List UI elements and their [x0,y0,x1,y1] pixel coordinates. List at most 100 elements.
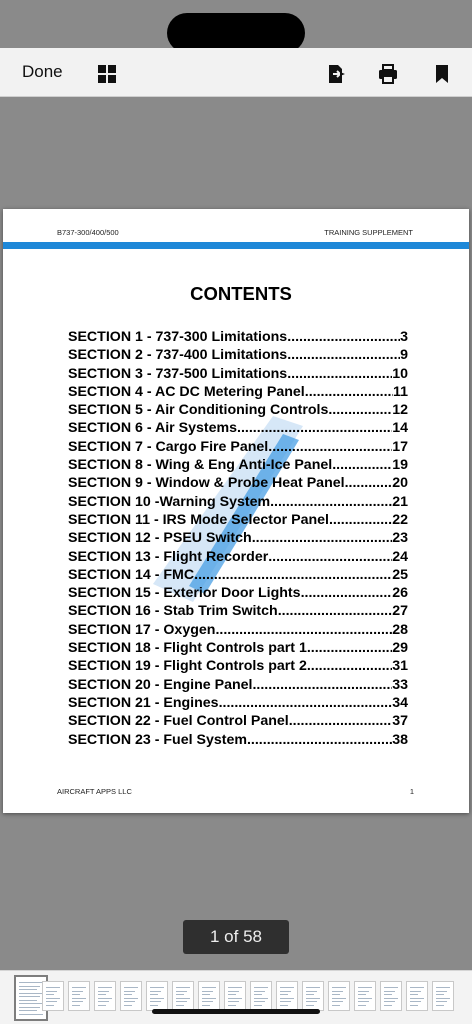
toc-entry[interactable]: SECTION 22 - Fuel Control Panel 37 [68,713,408,731]
toc-entry[interactable]: SECTION 23 - Fuel System 38 [68,732,408,750]
toc-leader-dots [237,420,392,436]
document-page[interactable]: B737-300/400/500 TRAINING SUPPLEMENT CON… [3,209,469,813]
page-thumbnail[interactable] [354,981,376,1011]
toc-entry[interactable]: SECTION 17 - Oxygen 28 [68,622,408,640]
done-button[interactable]: Done [22,62,63,82]
toc-leader-dots [219,695,393,711]
page-thumbnail[interactable] [380,981,402,1011]
toc-entry-label: SECTION 17 - Oxygen [68,621,216,638]
page-indicator: 1 of 58 [183,920,289,954]
toc-leader-dots [252,530,393,546]
toc-entry[interactable]: SECTION 9 - Window & Probe Heat Panel 20 [68,475,408,493]
toc-entry[interactable]: SECTION 2 - 737-400 Limitations 9 [68,347,408,365]
toc-entry-label: SECTION 13 - Flight Recorder [68,548,269,565]
page-thumbnail[interactable] [302,981,324,1011]
page-thumbnail[interactable] [198,981,220,1011]
toc-entry-label: SECTION 10 -Warning System [68,493,271,510]
table-of-contents: SECTION 1 - 737-300 Limitations3SECTION … [68,329,408,750]
toc-entry-label: SECTION 15 - Exterior Door Lights [68,585,301,602]
toc-leader-dots [194,567,392,583]
toc-entry-page: 37 [392,713,408,730]
toc-entry-label: SECTION 16 - Stab Trim Switch [68,603,278,620]
toc-entry[interactable]: SECTION 15 - Exterior Door Lights 26 [68,585,408,603]
toc-entry-page: 10 [392,365,408,382]
toc-entry[interactable]: SECTION 5 - Air Conditioning Controls 12 [68,402,408,420]
home-indicator [152,1009,320,1014]
toc-entry[interactable]: SECTION 21 - Engines 34 [68,695,408,713]
page-header-left: B737-300/400/500 [57,228,119,237]
page-thumbnail[interactable] [328,981,350,1011]
toc-entry-page: 11 [393,383,408,400]
toc-leader-dots [301,585,393,601]
toc-entry[interactable]: SECTION 13 - Flight Recorder 24 [68,549,408,567]
toc-entry-page: 17 [392,438,408,455]
toc-entry-page: 14 [392,420,408,437]
toc-leader-dots [329,512,392,528]
toc-entry[interactable]: SECTION 20 - Engine Panel 33 [68,677,408,695]
toc-entry-page: 28 [392,621,408,638]
toc-entry-page: 20 [392,475,408,492]
toc-entry-label: SECTION 4 - AC DC Metering Panel [68,383,305,400]
toc-entry-page: 9 [400,347,408,364]
toc-entry-page: 29 [392,640,408,657]
toc-entry-page: 34 [392,694,408,711]
toc-entry[interactable]: SECTION 12 - PSEU Switch 23 [68,530,408,548]
toc-entry-page: 24 [392,548,408,565]
toc-entry-label: SECTION 11 - IRS Mode Selector Panel [68,511,329,528]
toc-entry[interactable]: SECTION 14 - FMC 25 [68,567,408,585]
toc-entry[interactable]: SECTION 18 - Flight Controls part 1 29 [68,640,408,658]
dynamic-island [167,13,305,53]
page-thumbnail[interactable] [120,981,142,1011]
toc-entry[interactable]: SECTION 19 - Flight Controls part 2 31 [68,658,408,676]
page-thumbnail[interactable] [406,981,428,1011]
toc-entry[interactable]: SECTION 7 - Cargo Fire Panel 17 [68,439,408,457]
toc-entry[interactable]: SECTION 4 - AC DC Metering Panel 11 [68,384,408,402]
page-thumbnail[interactable] [172,981,194,1011]
toc-leader-dots [328,402,392,418]
toc-entry-label: SECTION 19 - Flight Controls part 2 [68,658,307,675]
toc-entry[interactable]: SECTION 8 - Wing & Eng Anti-Ice Panel 19 [68,457,408,475]
toc-entry-label: SECTION 22 - Fuel Control Panel [68,713,289,730]
toc-entry[interactable]: SECTION 6 - Air Systems 14 [68,420,408,438]
toc-entry[interactable]: SECTION 16 - Stab Trim Switch 27 [68,603,408,621]
page-thumbnail[interactable] [250,981,272,1011]
print-icon[interactable] [378,64,398,84]
toc-entry-label: SECTION 1 - 737-300 Limitations [68,329,288,345]
page-thumbnail[interactable] [94,981,116,1011]
toc-entry-page: 12 [392,402,408,419]
toc-entry-label: SECTION 14 - FMC [68,566,195,583]
page-thumbnail[interactable] [276,981,298,1011]
toc-entry-label: SECTION 8 - Wing & Eng Anti-Ice Panel [68,457,333,474]
page-thumbnail[interactable] [68,981,90,1011]
page-header-right: TRAINING SUPPLEMENT [324,228,413,237]
toc-leader-dots [307,658,392,674]
toolbar: Done [0,48,472,97]
toc-entry-page: 27 [392,603,408,620]
grid-icon[interactable] [97,64,117,84]
page-thumbnail[interactable] [146,981,168,1011]
toc-leader-dots [332,457,392,473]
page-thumbnail[interactable] [224,981,246,1011]
status-bar [0,0,472,53]
toc-entry-label: SECTION 12 - PSEU Switch [68,530,252,547]
toc-entry[interactable]: SECTION 10 -Warning System 21 [68,494,408,512]
toc-entry[interactable]: SECTION 11 - IRS Mode Selector Panel 22 [68,512,408,530]
toc-entry-label: SECTION 20 - Engine Panel [68,676,253,693]
toc-leader-dots [270,494,392,510]
toc-leader-dots [215,622,392,638]
toc-entry-label: SECTION 18 - Flight Controls part 1 [68,640,307,657]
page-thumbnail[interactable] [432,981,454,1011]
toc-entry-label: SECTION 5 - Air Conditioning Controls [68,402,329,419]
page-thumbnail[interactable] [42,981,64,1011]
header-accent-bar [3,242,469,249]
toc-entry[interactable]: SECTION 3 - 737-500 Limitations 10 [68,366,408,384]
toc-leader-dots [307,640,392,656]
toc-entry-page: 3 [400,329,408,345]
toc-entry-label: SECTION 21 - Engines [68,694,219,711]
toc-entry[interactable]: SECTION 1 - 737-300 Limitations 3 [68,329,408,347]
toc-entry-page: 21 [392,493,408,510]
toc-entry-label: SECTION 7 - Cargo Fire Panel [68,438,269,455]
toc-leader-dots [287,366,392,382]
share-icon[interactable] [326,64,346,84]
bookmark-icon[interactable] [432,64,452,84]
